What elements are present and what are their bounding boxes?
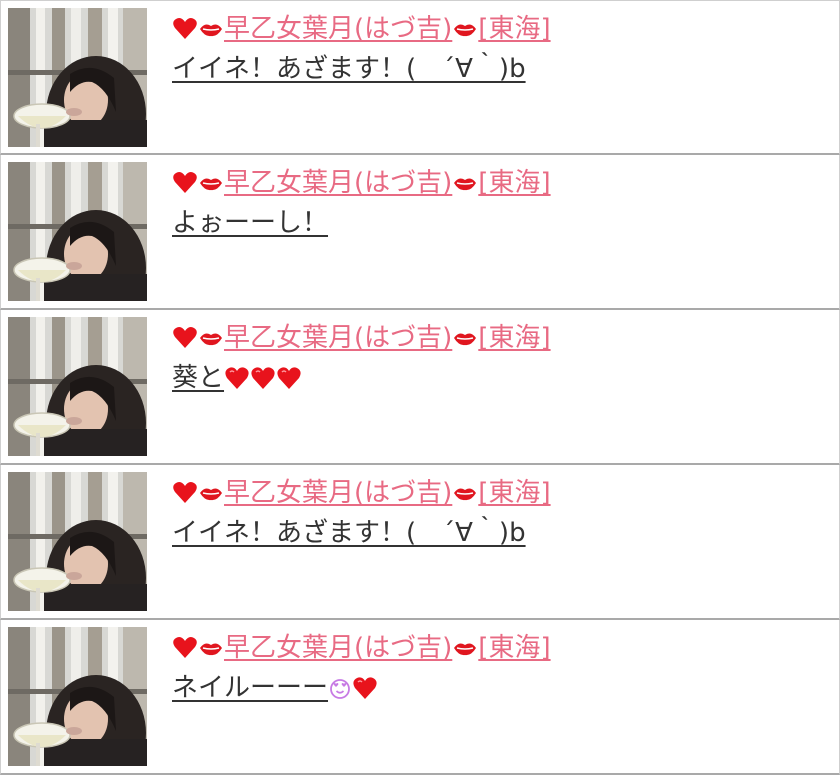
user-name-text: 早乙女葉月(はづ吉) [224,168,453,198]
comment-message[interactable]: よぉーーし！ [172,205,328,241]
comment-message[interactable]: イイネ！あざます！( ´∀｀)b [172,51,526,87]
heart-icon [352,675,378,701]
lips-icon [452,170,478,196]
comment-message[interactable]: ネイルーーー [172,670,378,706]
user-region: [東海] [478,14,551,44]
comment-list: 早乙女葉月(はづ吉) [東海] イイネ！あざます！( ´∀｀)b 早乙女葉月(は… [0,0,840,775]
user-region: [東海] [478,168,551,198]
user-region: [東海] [478,478,551,508]
avatar[interactable] [8,472,147,611]
lips-icon [198,325,224,351]
avatar-photo [8,8,147,147]
comment-text: イイネ！あざます！( ´∀｀)b [172,518,526,548]
heart-eyes-face-icon [328,676,352,700]
user-region: [東海] [478,633,551,663]
comment-text: 葵と [172,363,225,393]
user-region: [東海] [478,323,551,353]
heart-icon [250,365,276,391]
comment-row: 早乙女葉月(はづ吉) [東海] イイネ！あざます！( ´∀｀)b [0,0,840,155]
avatar[interactable] [8,317,147,456]
heart-icon [172,325,198,351]
user-name-link[interactable]: 早乙女葉月(はづ吉) [東海] [172,320,551,356]
user-name-text: 早乙女葉月(はづ吉) [224,478,453,508]
avatar-photo [8,317,147,456]
user-name-link[interactable]: 早乙女葉月(はづ吉) [東海] [172,630,551,666]
user-name-link[interactable]: 早乙女葉月(はづ吉) [東海] [172,475,551,511]
comment-row: 早乙女葉月(はづ吉) [東海] よぉーーし！ [0,155,840,310]
heart-icon [172,16,198,42]
user-name-text: 早乙女葉月(はづ吉) [224,633,453,663]
lips-icon [198,170,224,196]
user-name-text: 早乙女葉月(はづ吉) [224,323,453,353]
comment-row: 早乙女葉月(はづ吉) [東海] イイネ！あざます！( ´∀｀)b [0,465,840,620]
heart-icon [276,365,302,391]
comment-text: ネイルーーー [172,673,329,703]
comment-text: よぉーーし！ [172,208,329,238]
user-name-link[interactable]: 早乙女葉月(はづ吉) [東海] [172,165,551,201]
comment-row: 早乙女葉月(はづ吉) [東海] ネイルーーー [0,620,840,775]
avatar-photo [8,627,147,766]
lips-icon [198,16,224,42]
comment-text: イイネ！あざます！( ´∀｀)b [172,54,526,84]
heart-icon [224,365,250,391]
avatar[interactable] [8,162,147,301]
comment-message[interactable]: イイネ！あざます！( ´∀｀)b [172,515,526,551]
lips-icon [452,635,478,661]
avatar-photo [8,472,147,611]
user-name-link[interactable]: 早乙女葉月(はづ吉) [東海] [172,11,551,47]
lips-icon [452,16,478,42]
heart-icon [172,170,198,196]
comment-message[interactable]: 葵と [172,360,302,396]
lips-icon [452,325,478,351]
comment-row: 早乙女葉月(はづ吉) [東海] 葵と [0,310,840,465]
avatar[interactable] [8,8,147,147]
lips-icon [452,480,478,506]
heart-icon [172,480,198,506]
lips-icon [198,480,224,506]
avatar-photo [8,162,147,301]
user-name-text: 早乙女葉月(はづ吉) [224,14,453,44]
heart-icon [172,635,198,661]
avatar[interactable] [8,627,147,766]
lips-icon [198,635,224,661]
